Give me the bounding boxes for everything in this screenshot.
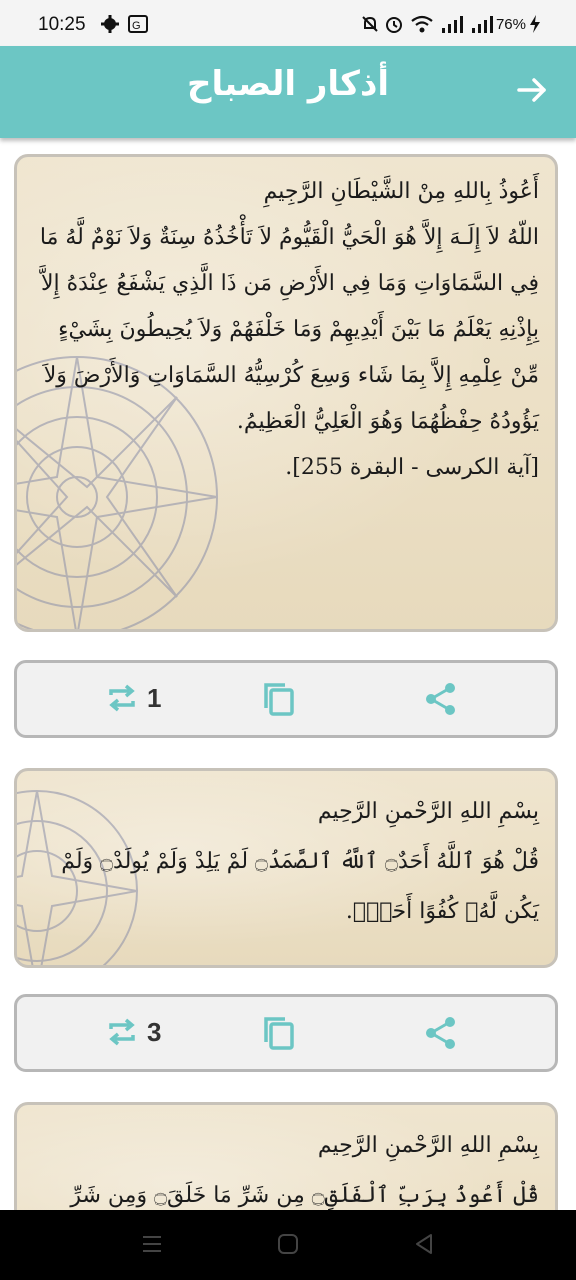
zikr-card: بِسْمِ اللهِ الرَّحْمنِ الرَّحِيم قُلْ ه…	[14, 768, 558, 968]
zikr-reference: [آية الكرسى - البقرة 255].	[285, 455, 539, 480]
zikr-card: أَعُوذُ بِاللهِ مِنْ الشَّيْطَانِ الرَّج…	[14, 154, 558, 632]
zikr-text: بِسْمِ اللهِ الرَّحْمنِ الرَّحِيم قُلْ ه…	[17, 771, 555, 937]
battery-icon	[528, 14, 542, 39]
repeat-count: 3	[147, 1017, 162, 1047]
zikr-card: بِسْمِ اللهِ الرَّحْمنِ الرَّحِيم قُلْ أ…	[14, 1102, 558, 1210]
navigation-bar	[0, 1210, 576, 1280]
wifi-icon	[410, 14, 434, 39]
zikr-controls: 1	[14, 660, 558, 738]
copy-icon[interactable]	[261, 1015, 297, 1055]
recents-icon[interactable]	[140, 1232, 164, 1260]
azkar-list[interactable]: أَعُوذُ بِاللهِ مِنْ الشَّيْطَانِ الرَّج…	[0, 138, 576, 1210]
signal-icon	[470, 14, 494, 39]
mute-icon	[360, 14, 380, 39]
arrow-right-icon[interactable]	[516, 74, 548, 110]
repeat-count: 1	[147, 683, 162, 713]
zikr-line: بِسْمِ اللهِ الرَّحْمنِ الرَّحِيم	[317, 799, 539, 824]
zikr-line: قُلْ هُوَ ٱللَّهُ أَحَدٌ۝ ٱللَّهُ ٱلصَّم…	[61, 849, 539, 924]
zikr-text: بِسْمِ اللهِ الرَّحْمنِ الرَّحِيم قُلْ أ…	[17, 1105, 555, 1210]
zikr-text: أَعُوذُ بِاللهِ مِنْ الشَّيْطَانِ الرَّج…	[17, 157, 555, 491]
zikr-line: اللّهُ لاَ إِلَـهَ إِلاَّ هُوَ الْحَيُّ …	[39, 225, 539, 434]
settings-icon	[100, 14, 120, 39]
repeat-icon[interactable]	[105, 1015, 139, 1053]
status-time: 10:25	[38, 14, 86, 35]
alarm-icon	[384, 14, 404, 39]
zikr-line: قُلْ أَعُوذُ بِرَبِّ ٱلْفَلَقِ۝ مِن شَرِ…	[70, 1183, 539, 1208]
home-icon[interactable]	[276, 1232, 300, 1260]
battery-level: 76%	[495, 16, 526, 33]
signal-icon	[440, 14, 464, 39]
app-bar: أذكار الصباح	[0, 46, 576, 138]
back-icon[interactable]	[412, 1232, 436, 1260]
repeat-icon[interactable]	[105, 681, 139, 719]
copy-icon[interactable]	[261, 681, 297, 721]
zikr-controls: 3	[14, 994, 558, 1072]
status-bar: 10:25 G 76%	[0, 0, 576, 46]
share-icon[interactable]	[423, 1015, 459, 1055]
share-icon[interactable]	[423, 681, 459, 721]
svg-text:G: G	[132, 20, 141, 32]
page-title: أذكار الصباح	[186, 64, 390, 104]
translate-icon: G	[128, 14, 148, 39]
zikr-line: بِسْمِ اللهِ الرَّحْمنِ الرَّحِيم	[317, 1133, 539, 1158]
zikr-line: أَعُوذُ بِاللهِ مِنْ الشَّيْطَانِ الرَّج…	[263, 179, 539, 204]
